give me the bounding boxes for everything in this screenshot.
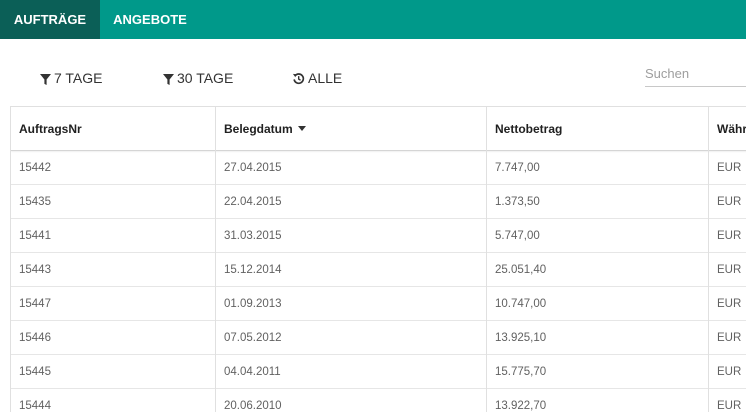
cell-belegdatum: 31.03.2015 xyxy=(224,230,282,242)
orders-table: AuftragsNr Belegdatum Nettobetrag Währun… xyxy=(10,106,746,412)
cell-belegdatum: 27.04.2015 xyxy=(224,162,282,174)
history-reset-icon xyxy=(292,73,305,85)
column-header-nettobetrag[interactable]: Nettobetrag xyxy=(487,107,708,150)
table-row[interactable]: 15443 15.12.2014 25.051,40 EUR xyxy=(11,253,746,287)
table-header: AuftragsNr Belegdatum Nettobetrag Währun… xyxy=(11,107,746,151)
cell-waehrung: EUR xyxy=(717,230,742,242)
column-divider xyxy=(215,107,216,412)
filter-30-days-label: 30 TAGE xyxy=(177,70,234,86)
cell-belegdatum: 22.04.2015 xyxy=(224,196,282,208)
cell-waehrung: EUR xyxy=(717,162,742,174)
cell-belegdatum: 01.09.2013 xyxy=(224,298,282,310)
cell-waehrung: EUR xyxy=(717,264,742,276)
cell-auftragsnr: 15446 xyxy=(19,332,51,344)
cell-belegdatum: 07.05.2012 xyxy=(224,332,282,344)
cell-waehrung: EUR xyxy=(717,298,742,310)
tab-auftraege[interactable]: AUFTRÄGE xyxy=(0,0,100,39)
filter-icon xyxy=(40,74,51,85)
cell-auftragsnr: 15442 xyxy=(19,162,51,174)
filter-7-days-button[interactable]: 7 TAGE xyxy=(40,70,103,87)
filter-icon xyxy=(163,74,174,85)
cell-nettobetrag: 1.373,50 xyxy=(495,196,540,208)
cell-belegdatum: 20.06.2010 xyxy=(224,400,282,412)
cell-auftragsnr: 15441 xyxy=(19,230,51,242)
cell-auftragsnr: 15447 xyxy=(19,298,51,310)
column-header-waehrung[interactable]: Währung xyxy=(709,107,746,150)
table-row[interactable]: 15446 07.05.2012 13.925,10 EUR xyxy=(11,321,746,355)
cell-waehrung: EUR xyxy=(717,332,742,344)
cell-nettobetrag: 13.925,10 xyxy=(495,332,547,344)
cell-auftragsnr: 15435 xyxy=(19,196,51,208)
filter-7-days-label: 7 TAGE xyxy=(54,70,103,86)
column-divider xyxy=(486,107,487,412)
cell-nettobetrag: 15.775,70 xyxy=(495,366,547,378)
table-row[interactable]: 15445 04.04.2011 15.775,70 EUR xyxy=(11,355,746,389)
search-input[interactable] xyxy=(645,60,746,87)
table-row[interactable]: 15441 31.03.2015 5.747,00 EUR xyxy=(11,219,746,253)
cell-waehrung: EUR xyxy=(717,366,742,378)
column-header-auftragsnr[interactable]: AuftragsNr xyxy=(11,107,215,150)
cell-waehrung: EUR xyxy=(717,196,742,208)
column-divider xyxy=(708,107,709,412)
column-header-belegdatum[interactable]: Belegdatum xyxy=(216,107,486,150)
cell-nettobetrag: 10.747,00 xyxy=(495,298,547,310)
cell-nettobetrag: 25.051,40 xyxy=(495,264,547,276)
table-row[interactable]: 15444 20.06.2010 13.922,70 EUR xyxy=(11,389,746,412)
table-row[interactable]: 15442 27.04.2015 7.747,00 EUR xyxy=(11,151,746,185)
cell-nettobetrag: 7.747,00 xyxy=(495,162,540,174)
cell-nettobetrag: 5.747,00 xyxy=(495,230,540,242)
cell-belegdatum: 04.04.2011 xyxy=(224,366,281,378)
filter-all-button[interactable]: ALLE xyxy=(292,70,342,87)
filter-30-days-button[interactable]: 30 TAGE xyxy=(163,70,233,87)
sort-descending-icon xyxy=(297,126,306,131)
cell-auftragsnr: 15444 xyxy=(19,400,51,412)
tab-angebote[interactable]: ANGEBOTE xyxy=(100,0,200,39)
cell-belegdatum: 15.12.2014 xyxy=(224,264,282,276)
filter-all-label: ALLE xyxy=(308,70,343,86)
cell-auftragsnr: 15445 xyxy=(19,366,51,378)
cell-auftragsnr: 15443 xyxy=(19,264,51,276)
cell-nettobetrag: 13.922,70 xyxy=(495,400,547,412)
table-row[interactable]: 15447 01.09.2013 10.747,00 EUR xyxy=(11,287,746,321)
table-row[interactable]: 15435 22.04.2015 1.373,50 EUR xyxy=(11,185,746,219)
top-tab-bar: AUFTRÄGE ANGEBOTE xyxy=(0,0,746,39)
cell-waehrung: EUR xyxy=(717,400,742,412)
